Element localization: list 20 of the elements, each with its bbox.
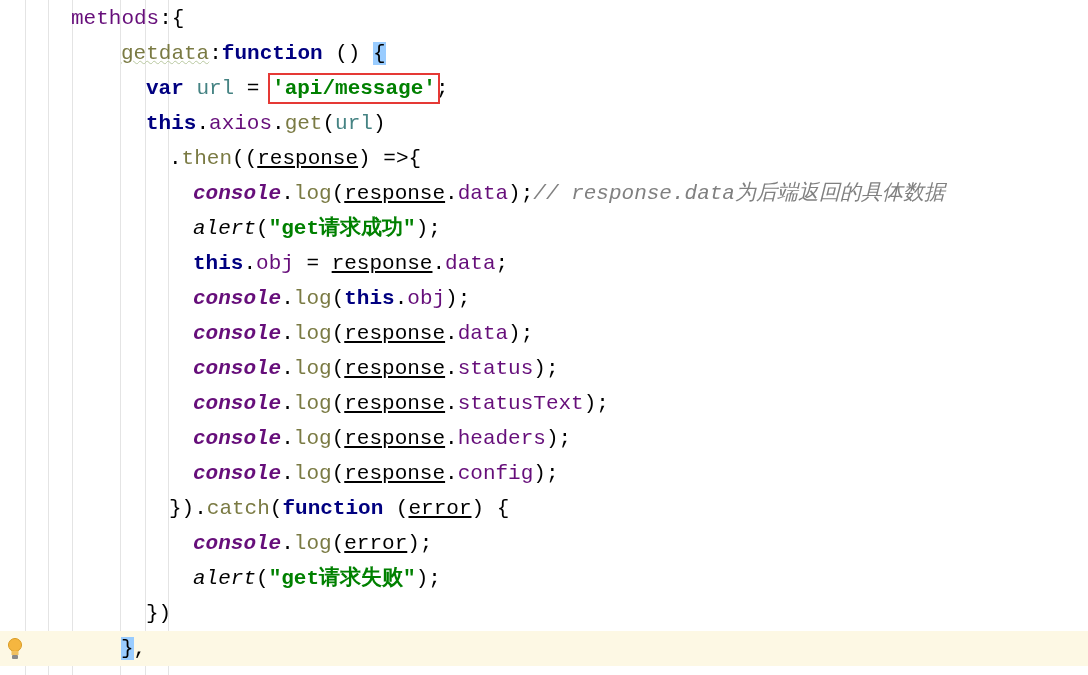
code-line: .then((response) =>{ xyxy=(169,145,422,172)
code-line: console.log(response.config); xyxy=(193,460,559,487)
code-line: console.log(response.data); xyxy=(193,320,534,347)
code-line: alert("get请求失败"); xyxy=(193,565,441,592)
code-line: this.axios.get(url) xyxy=(146,110,386,137)
code-line: this.obj = response.data; xyxy=(193,250,509,277)
code-line: console.log(response.data);// response.data为后端返回的具体数据 xyxy=(193,180,945,207)
lightbulb-icon[interactable] xyxy=(8,637,22,660)
code-line: }) xyxy=(146,600,172,627)
code-line: console.log(response.statusText); xyxy=(193,390,609,417)
code-line: methods:{ xyxy=(71,5,185,32)
code-line: console.log(this.obj); xyxy=(193,285,471,312)
code-line: console.log(error); xyxy=(193,530,433,557)
code-line: }, xyxy=(121,635,147,662)
code-line: console.log(response.status); xyxy=(193,355,559,382)
code-line: }).catch(function (error) { xyxy=(169,495,510,522)
code-line: getdata:function () { xyxy=(121,40,386,67)
code-line: console.log(response.headers); xyxy=(193,425,572,452)
code-line: var url = 'api/message'; xyxy=(146,74,449,103)
code-line: alert("get请求成功"); xyxy=(193,215,441,242)
